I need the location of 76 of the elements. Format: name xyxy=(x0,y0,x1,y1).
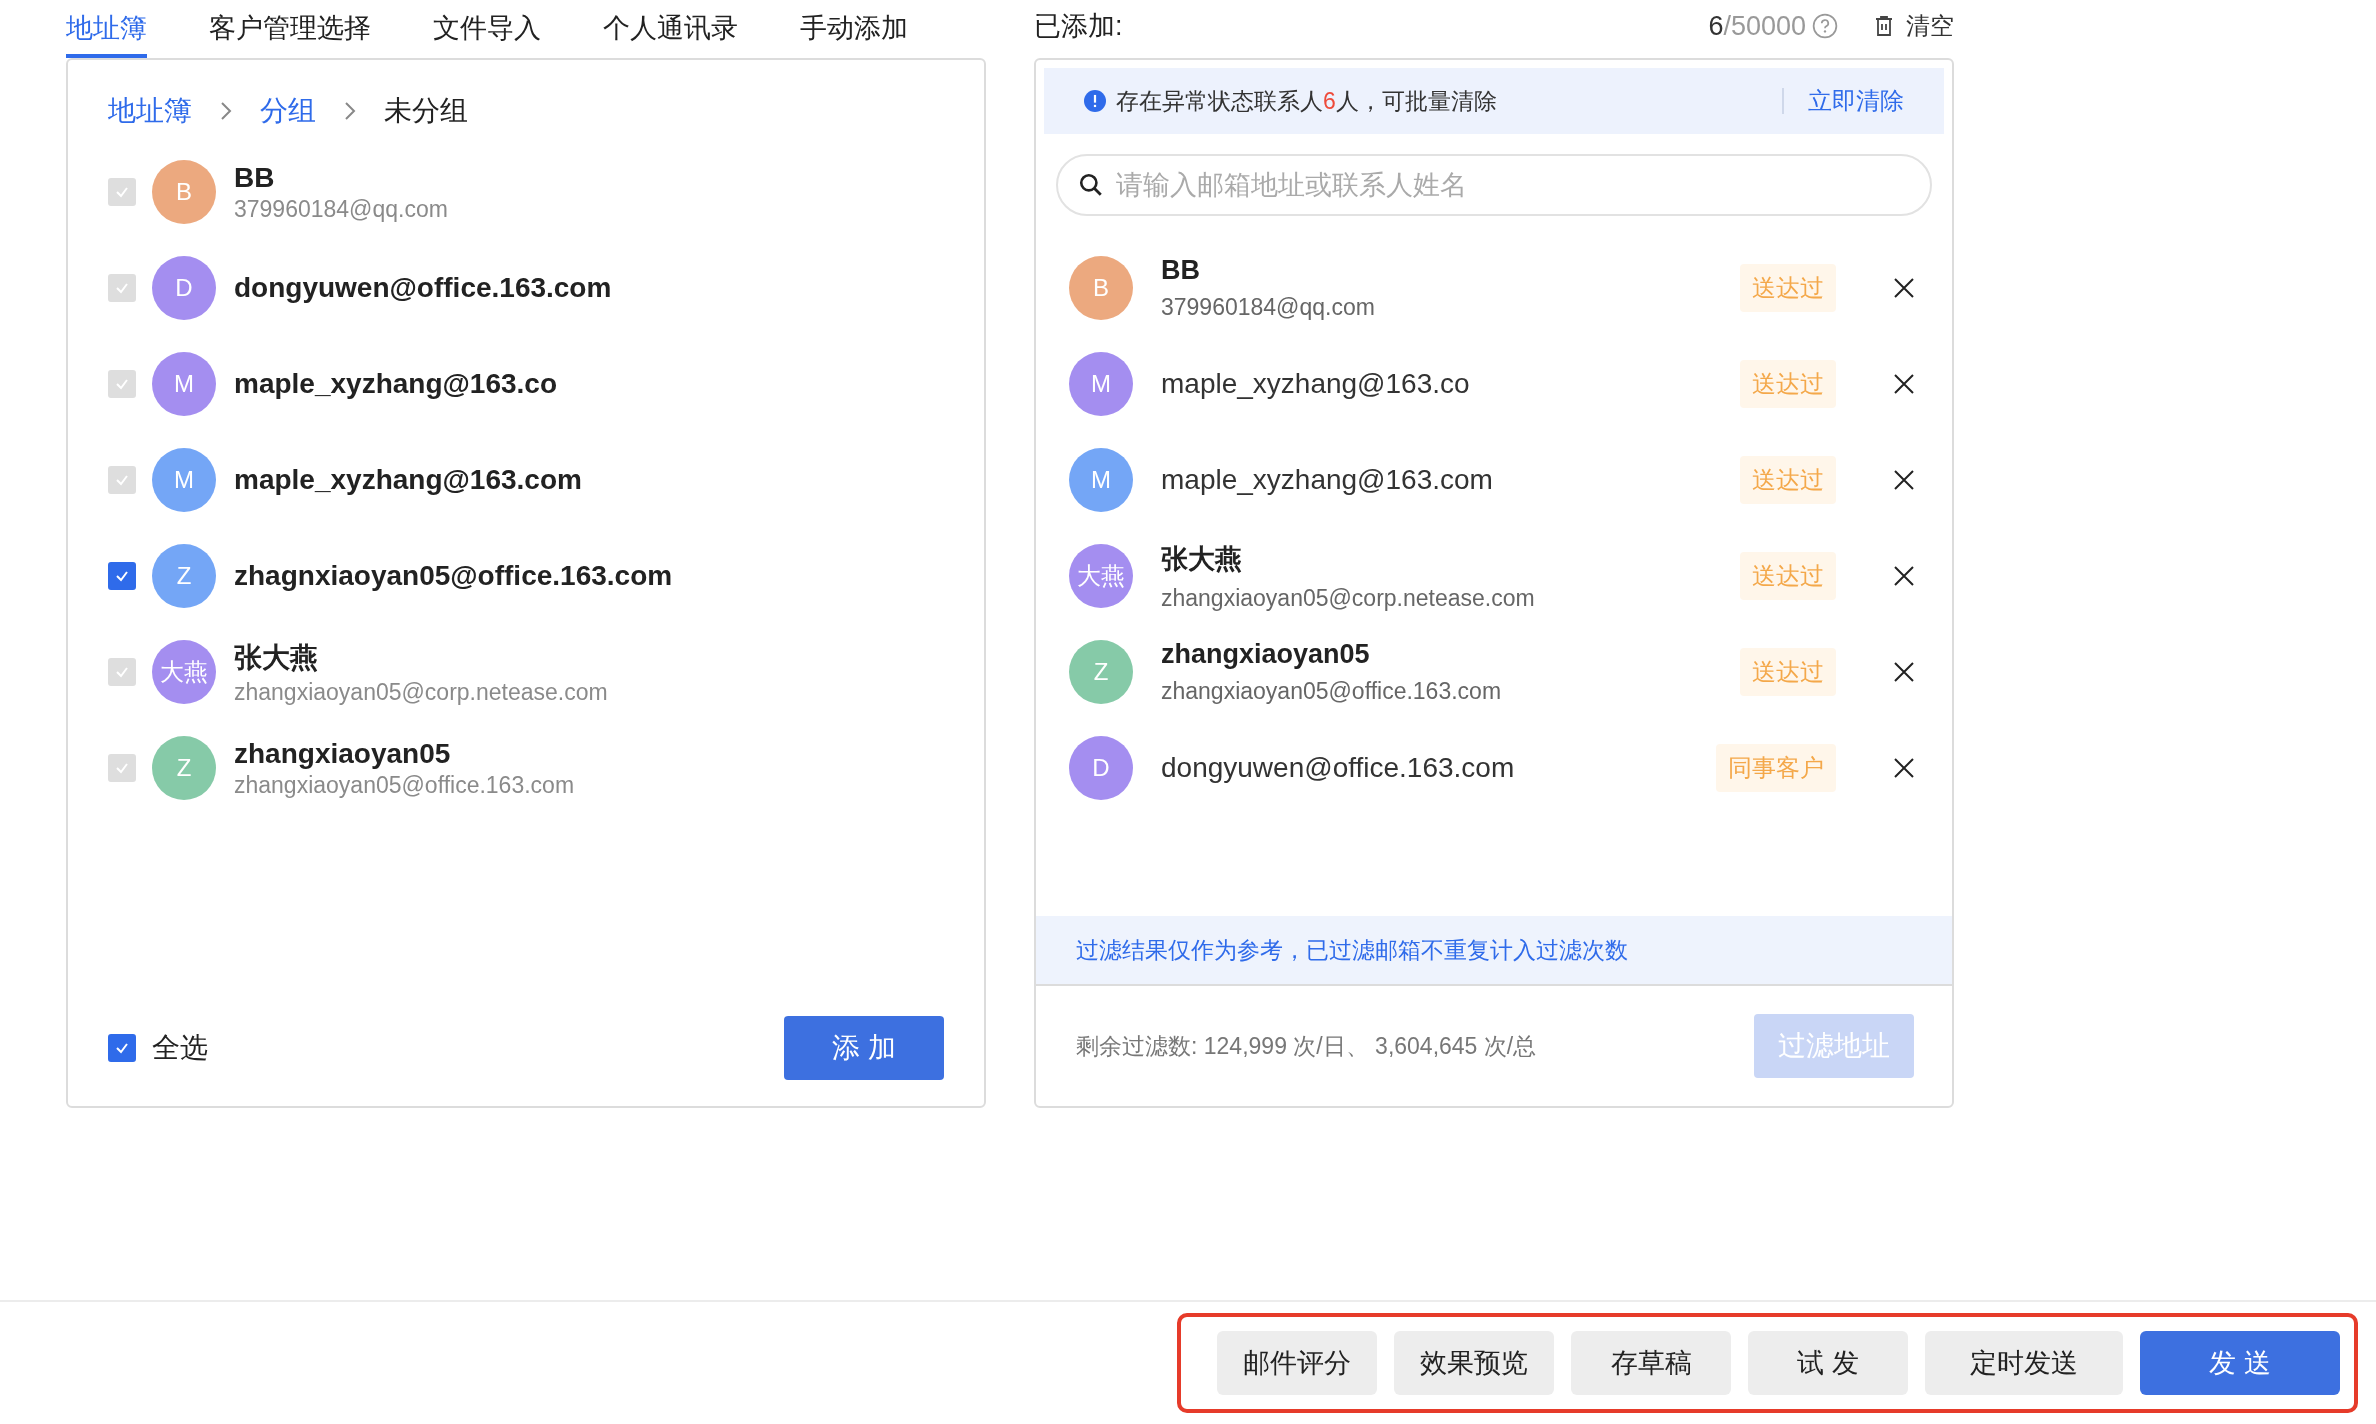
recipient-name: BB xyxy=(1161,255,1201,286)
status-tag: 送达过 xyxy=(1740,264,1836,312)
avatar: B xyxy=(152,160,216,224)
avatar: D xyxy=(152,256,216,320)
tab[interactable]: 地址簿 xyxy=(66,10,147,58)
contact-email: zhangxiaoyan05@corp.netease.com xyxy=(234,678,608,706)
add-button[interactable]: 添 加 xyxy=(784,1016,944,1080)
close-icon[interactable] xyxy=(1892,660,1916,684)
action-button[interactable]: 试 发 xyxy=(1748,1331,1908,1395)
contact-email: 379960184@qq.com xyxy=(234,195,448,223)
clear-button[interactable]: 清空 xyxy=(1874,10,1954,42)
recipient-email: zhangxiaoyan05@office.163.com xyxy=(1161,678,1503,705)
avatar: M xyxy=(1069,448,1133,512)
filter-note: 过滤结果仅作为参考，已过滤邮箱不重复计入过滤次数 xyxy=(1036,916,1952,986)
action-button[interactable]: 定时发送 xyxy=(1925,1331,2123,1395)
contact-email: zhangxiaoyan05@office.163.com xyxy=(234,771,575,799)
avatar: 大燕 xyxy=(1069,544,1133,608)
tab[interactable]: 手动添加 xyxy=(800,10,908,58)
tab[interactable]: 客户管理选择 xyxy=(209,10,371,58)
close-icon[interactable] xyxy=(1892,756,1916,780)
avatar: D xyxy=(1069,736,1133,800)
action-button[interactable]: 存草稿 xyxy=(1571,1331,1731,1395)
quota-text: 剩余过滤数: 124,999 次/日、 3,604,645 次/总 xyxy=(1076,1031,1537,1061)
info-icon xyxy=(1084,90,1106,112)
tab[interactable]: 文件导入 xyxy=(433,10,541,58)
recipient-email: zhangxiaoyan05@corp.netease.com xyxy=(1161,584,1536,612)
trash-icon xyxy=(1874,15,1894,37)
contact-name: BB xyxy=(234,161,276,194)
close-icon[interactable] xyxy=(1892,276,1916,300)
help-icon[interactable] xyxy=(1812,13,1838,39)
close-icon[interactable] xyxy=(1892,564,1916,588)
avatar: M xyxy=(152,448,216,512)
avatar: M xyxy=(152,352,216,416)
avatar: B xyxy=(1069,256,1133,320)
avatar: 大燕 xyxy=(152,640,216,704)
status-tag: 同事客户 xyxy=(1716,744,1836,792)
contact-email: maple_xyzhang@163.com xyxy=(234,464,582,496)
recipient-name: zhangxiaoyan05 xyxy=(1161,639,1371,670)
recipient-email: dongyuwen@office.163.com xyxy=(1161,752,1516,784)
recipient-email: maple_xyzhang@163.co xyxy=(1161,368,1471,400)
recipient-email: maple_xyzhang@163.com xyxy=(1161,464,1494,496)
checkbox[interactable] xyxy=(108,562,136,590)
added-label: 已添加: xyxy=(1034,10,1124,43)
contact-email: dongyuwen@office.163.com xyxy=(234,272,612,304)
breadcrumb-item[interactable]: 分组 xyxy=(260,92,316,130)
select-all-label: 全选 xyxy=(152,1031,208,1065)
contact-name: zhangxiaoyan05 xyxy=(234,737,452,770)
contact-name: 张大燕 xyxy=(234,640,319,675)
status-tag: 送达过 xyxy=(1740,456,1836,504)
select-all-checkbox[interactable] xyxy=(108,1034,136,1062)
status-tag: 送达过 xyxy=(1740,360,1836,408)
avatar: Z xyxy=(152,736,216,800)
recipient-name: 张大燕 xyxy=(1161,542,1243,576)
avatar: Z xyxy=(152,544,216,608)
avatar: M xyxy=(1069,352,1133,416)
action-button[interactable]: 效果预览 xyxy=(1394,1331,1554,1395)
avatar: Z xyxy=(1069,640,1133,704)
search-icon xyxy=(1078,172,1104,198)
close-icon[interactable] xyxy=(1892,468,1916,492)
recipient-email: 379960184@qq.com xyxy=(1161,294,1376,321)
action-button[interactable]: 发 送 xyxy=(2140,1331,2340,1395)
clear-now-link[interactable]: 立即清除 xyxy=(1808,85,1904,117)
close-icon[interactable] xyxy=(1892,372,1916,396)
notice-text: 存在异常状态联系人6人，可批量清除 xyxy=(1116,86,1498,116)
chevron-right-icon xyxy=(344,101,356,121)
status-tag: 送达过 xyxy=(1740,648,1836,696)
breadcrumb-item: 未分组 xyxy=(384,94,468,128)
action-button[interactable]: 邮件评分 xyxy=(1217,1331,1377,1395)
tab[interactable]: 个人通讯录 xyxy=(603,10,738,58)
status-tag: 送达过 xyxy=(1740,552,1836,600)
breadcrumb-item[interactable]: 地址簿 xyxy=(108,92,192,130)
search-field[interactable]: 请输入邮箱地址或联系人姓名 xyxy=(1056,154,1932,216)
chevron-right-icon xyxy=(220,101,232,121)
contact-email: maple_xyzhang@163.co xyxy=(234,368,557,400)
added-count: 6/50000 xyxy=(1708,10,1806,42)
contact-email: zhagnxiaoyan05@office.163.com xyxy=(234,560,673,592)
